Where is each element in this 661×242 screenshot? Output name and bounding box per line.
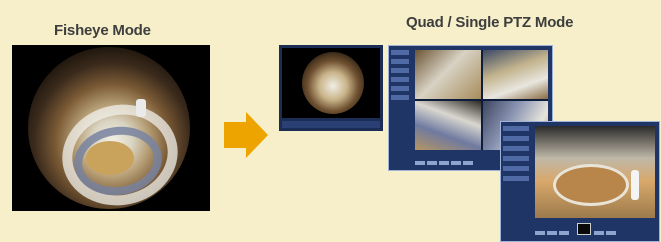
ptz-control-pad[interactable] — [577, 223, 591, 235]
quad-single-ptz-mode-title: Quad / Single PTZ Mode — [406, 14, 574, 31]
sidebar-button[interactable] — [391, 77, 409, 82]
control-button[interactable] — [594, 231, 604, 235]
control-button[interactable] — [606, 231, 616, 235]
fisheye-person — [136, 99, 146, 117]
ptz-person — [631, 170, 639, 200]
arrow-right-icon — [224, 112, 268, 158]
sidebar-button[interactable] — [503, 126, 529, 131]
sidebar-button[interactable] — [391, 59, 409, 64]
fisheye-image — [12, 45, 210, 211]
control-button[interactable] — [559, 231, 569, 235]
quad-cell[interactable] — [415, 50, 481, 99]
sidebar-button[interactable] — [503, 136, 529, 141]
preview-fisheye — [302, 52, 364, 114]
control-button[interactable] — [415, 161, 425, 165]
preview-toolbar — [282, 121, 380, 128]
sidebar-button[interactable] — [503, 156, 529, 161]
sidebar-button[interactable] — [391, 68, 409, 73]
sidebar-button[interactable] — [503, 166, 529, 171]
control-button[interactable] — [547, 231, 557, 235]
preview-view — [282, 48, 380, 118]
ptz-floor-disk — [553, 164, 629, 206]
quad-cell[interactable] — [482, 50, 548, 99]
control-button[interactable] — [439, 161, 449, 165]
ptz-view[interactable] — [535, 126, 655, 218]
single-sidebar — [503, 126, 531, 236]
control-button[interactable] — [535, 231, 545, 235]
sidebar-button[interactable] — [391, 86, 409, 91]
single-ptz-window — [500, 121, 660, 242]
quad-sidebar — [391, 50, 411, 166]
control-button[interactable] — [463, 161, 473, 165]
fisheye-floor — [86, 141, 134, 175]
quad-cell[interactable] — [415, 101, 481, 150]
control-button[interactable] — [427, 161, 437, 165]
sidebar-button[interactable] — [503, 176, 529, 181]
fisheye-mode-title: Fisheye Mode — [54, 22, 151, 39]
fisheye-preview-window — [279, 45, 383, 131]
sidebar-button[interactable] — [503, 146, 529, 151]
fisheye-view — [28, 47, 190, 209]
single-controls — [535, 222, 655, 236]
control-button[interactable] — [451, 161, 461, 165]
sidebar-button[interactable] — [391, 95, 409, 100]
sidebar-button[interactable] — [391, 50, 409, 55]
